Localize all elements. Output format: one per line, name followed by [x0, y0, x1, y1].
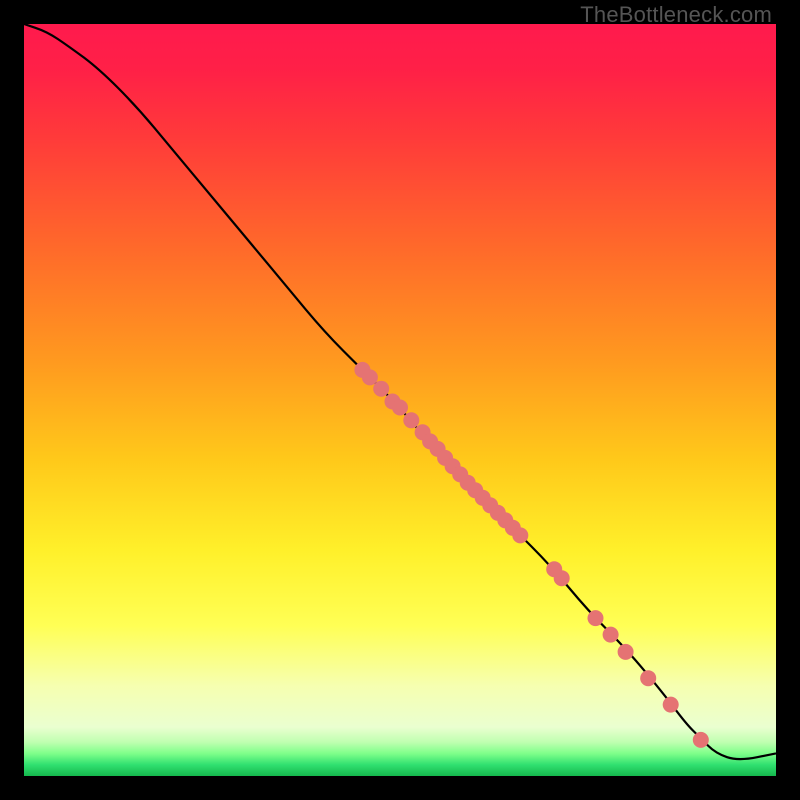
data-point — [362, 369, 378, 385]
data-point — [603, 627, 619, 643]
data-point — [392, 400, 408, 416]
data-point — [403, 412, 419, 428]
data-point — [640, 670, 656, 686]
data-point — [693, 732, 709, 748]
data-point — [588, 610, 604, 626]
bottleneck-chart — [24, 24, 776, 776]
chart-frame — [24, 24, 776, 776]
data-point — [663, 697, 679, 713]
data-point — [618, 644, 634, 660]
data-point — [512, 527, 528, 543]
data-point — [554, 570, 570, 586]
data-point — [373, 381, 389, 397]
